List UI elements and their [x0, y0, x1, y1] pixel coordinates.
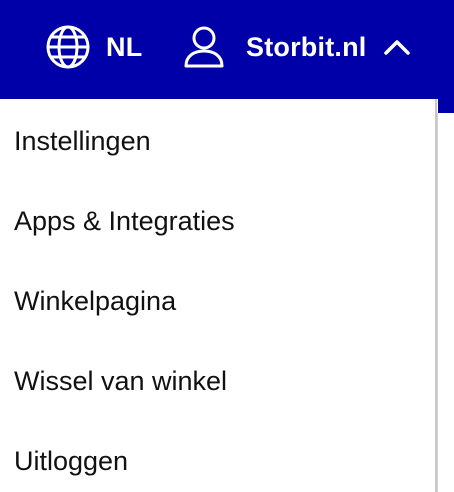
background-content [437, 113, 454, 492]
user-icon [182, 24, 226, 70]
menu-item-settings[interactable]: Instellingen [14, 121, 151, 161]
page: NL Storbit.nl Instellingen Apps & Integr… [0, 0, 454, 492]
globe-icon [44, 23, 92, 71]
store-name: Storbit.nl [246, 31, 367, 62]
account-dropdown-menu: Instellingen Apps & Integraties Winkelpa… [0, 99, 437, 492]
language-label: NL [106, 31, 143, 62]
menu-item-apps-integrations[interactable]: Apps & Integraties [14, 201, 235, 241]
menu-item-store-page[interactable]: Winkelpagina [14, 281, 176, 321]
menu-item-switch-store[interactable]: Wissel van winkel [14, 361, 227, 401]
account-menu-toggle[interactable]: Storbit.nl [182, 21, 412, 73]
header-edge [438, 99, 454, 113]
chevron-up-icon [382, 37, 412, 57]
menu-item-logout[interactable]: Uitloggen [14, 441, 128, 481]
language-switcher[interactable]: NL [44, 21, 142, 73]
top-navigation-bar: NL Storbit.nl [0, 0, 454, 99]
